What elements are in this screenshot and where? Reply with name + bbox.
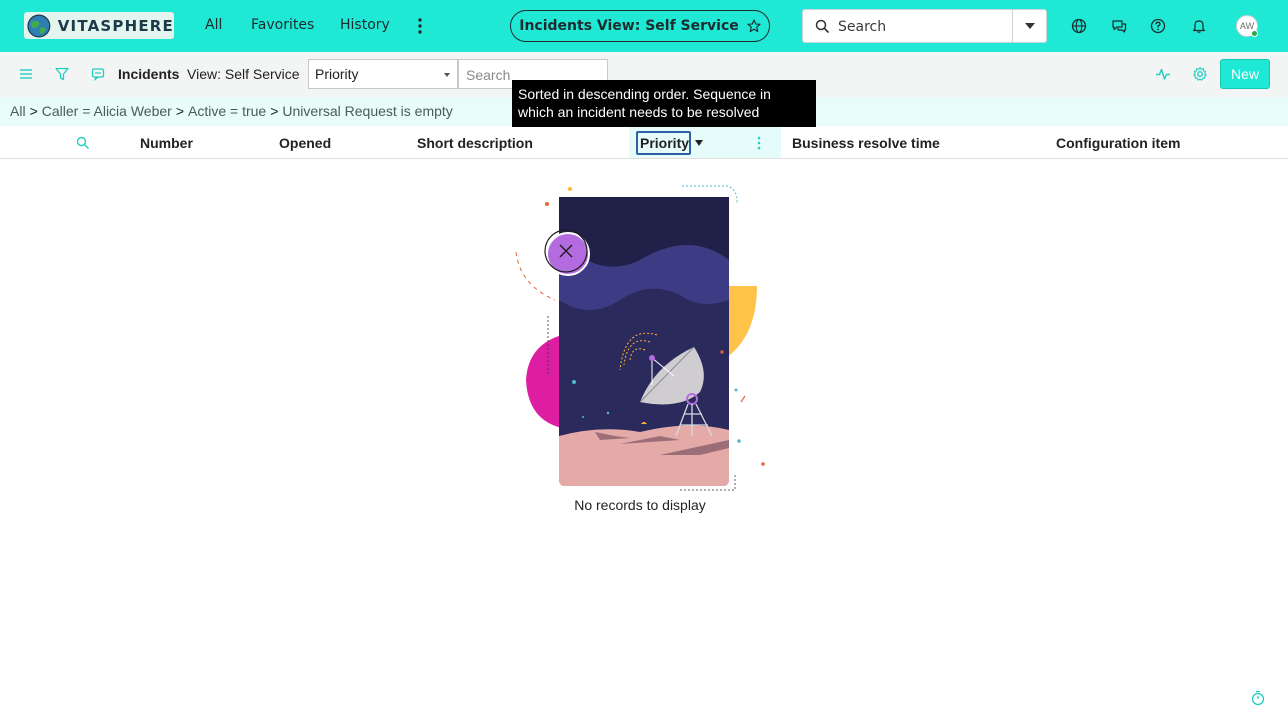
nav-favorites[interactable]: Favorites [251, 17, 314, 33]
column-header-priority[interactable]: Priority [636, 131, 691, 155]
empty-state-illustration [515, 185, 765, 491]
column-search-icon[interactable] [76, 136, 90, 150]
context-title-pill[interactable]: Incidents View: Self Service [510, 10, 770, 42]
globe-icon[interactable] [1071, 18, 1087, 34]
table-header-row: Number Opened Short description Priority… [0, 127, 1288, 159]
sort-descending-icon[interactable] [695, 140, 703, 146]
breadcrumb-all[interactable]: All [10, 103, 26, 119]
bell-icon[interactable] [1191, 18, 1207, 34]
presence-status-dot [1251, 30, 1258, 37]
nav-all[interactable]: All [205, 17, 222, 33]
hamburger-menu-icon[interactable] [18, 66, 34, 82]
search-scope-dropdown[interactable] [1012, 10, 1046, 42]
list-title[interactable]: Incidents [118, 66, 179, 82]
column-options-icon[interactable] [757, 136, 761, 150]
brand-name: VITASPHERE [57, 16, 174, 35]
column-header-opened[interactable]: Opened [279, 135, 331, 151]
context-title: Incidents View: Self Service [519, 18, 739, 34]
filter-icon[interactable] [54, 66, 70, 82]
context-menu-icon[interactable] [90, 66, 106, 82]
activity-pulse-icon[interactable] [1155, 66, 1171, 82]
breadcrumb-separator: > [29, 103, 38, 119]
breadcrumb-separator: > [270, 103, 279, 119]
view-label: View: Self Service [187, 66, 300, 82]
brand-logo[interactable]: VITASPHERE [24, 12, 174, 39]
star-favorite-icon[interactable] [747, 19, 761, 33]
top-navigation-bar: VITASPHERE All Favorites History Inciden… [0, 0, 1288, 52]
nav-history[interactable]: History [340, 17, 390, 33]
empty-state-message: No records to display [574, 497, 706, 513]
column-header-configuration-item[interactable]: Configuration item [1056, 135, 1180, 151]
stopwatch-icon[interactable] [1251, 690, 1265, 706]
sort-tooltip: Sorted in descending order. Sequence in … [512, 80, 816, 127]
chat-icon[interactable] [1111, 18, 1127, 34]
column-header-number[interactable]: Number [140, 135, 193, 151]
breadcrumb-caller[interactable]: Caller = Alicia Weber [42, 103, 172, 119]
column-header-priority-label: Priority [640, 135, 690, 151]
gear-icon[interactable] [1192, 66, 1208, 82]
search-field-value: Priority [315, 66, 359, 82]
chevron-down-icon [444, 73, 450, 77]
globe-logo-icon [27, 14, 51, 37]
more-vertical-icon[interactable] [413, 16, 427, 36]
breadcrumb-universal-request[interactable]: Universal Request is empty [282, 103, 452, 119]
new-record-button[interactable]: New [1220, 59, 1270, 89]
global-search-placeholder: Search [838, 19, 887, 35]
help-icon[interactable] [1150, 18, 1166, 34]
column-header-short-description[interactable]: Short description [417, 135, 533, 151]
chevron-down-icon [1024, 23, 1035, 29]
column-header-business-resolve-time[interactable]: Business resolve time [792, 135, 940, 151]
global-search-input[interactable]: Search [802, 9, 1047, 43]
breadcrumb-separator: > [175, 103, 185, 119]
list-search-placeholder: Search [466, 67, 511, 83]
search-field-select[interactable]: Priority [308, 59, 458, 89]
search-icon [815, 19, 830, 34]
breadcrumb-active[interactable]: Active = true [188, 103, 266, 119]
